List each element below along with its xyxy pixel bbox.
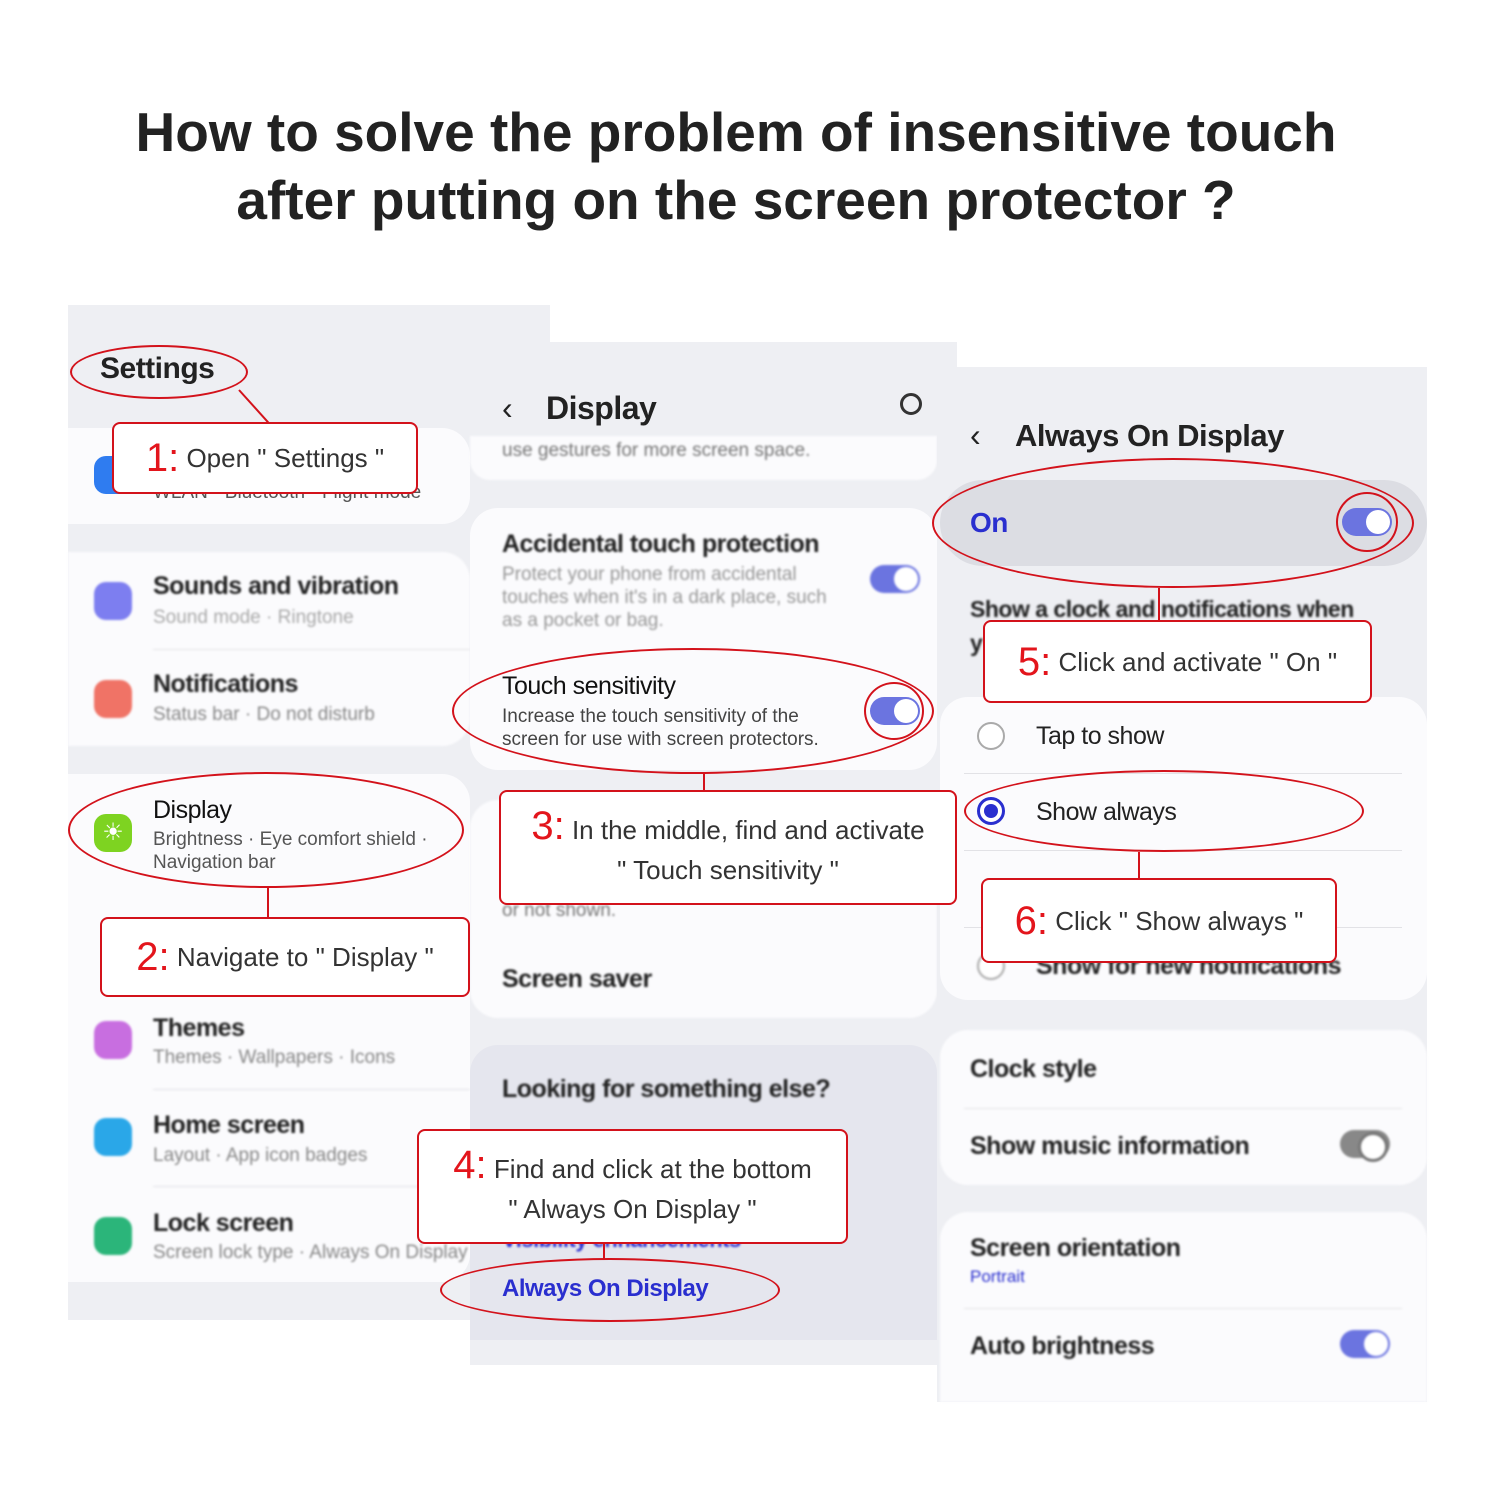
display-header: Display	[546, 390, 657, 426]
radio-tap-to-show[interactable]	[977, 722, 1005, 750]
annotation-oval	[70, 345, 248, 399]
step-2-callout: 2: Navigate to " Display "	[100, 917, 470, 997]
aod-header: Always On Display	[1015, 418, 1284, 453]
accidental-toggle[interactable]	[870, 565, 920, 593]
auto-brightness-toggle[interactable]	[1340, 1330, 1390, 1358]
step-6-callout: 6: Click " Show always "	[981, 878, 1337, 963]
lock-icon	[94, 1217, 132, 1255]
notification-icon	[94, 680, 132, 718]
sound-icon	[94, 582, 132, 620]
home-icon	[94, 1118, 132, 1156]
step-3-callout: 3: In the middle, find and activate " Tou…	[499, 790, 957, 905]
page-title: How to solve the problem of insensitive …	[135, 101, 1337, 231]
auto-brightness[interactable]: Auto brightness	[970, 1332, 1155, 1361]
back-icon[interactable]: ‹	[970, 417, 981, 454]
screen-orientation[interactable]: Screen orientation	[970, 1234, 1181, 1263]
search-icon[interactable]	[900, 393, 922, 415]
music-toggle[interactable]	[1340, 1130, 1390, 1162]
step-1-callout: 1: Open " Settings "	[112, 422, 418, 494]
themes-icon	[94, 1021, 132, 1059]
clock-style[interactable]: Clock style	[970, 1055, 1097, 1084]
settings-group-1: Sounds and vibration Sound mode · Rington…	[68, 552, 470, 746]
back-icon[interactable]: ‹	[502, 390, 513, 427]
step-5-callout: 5: Click and activate " On "	[983, 620, 1372, 703]
music-info[interactable]: Show music information	[970, 1132, 1250, 1161]
step-4-callout: 4: Find and click at the bottom " Always …	[417, 1129, 848, 1244]
screen-saver[interactable]: Screen saver	[502, 965, 652, 994]
